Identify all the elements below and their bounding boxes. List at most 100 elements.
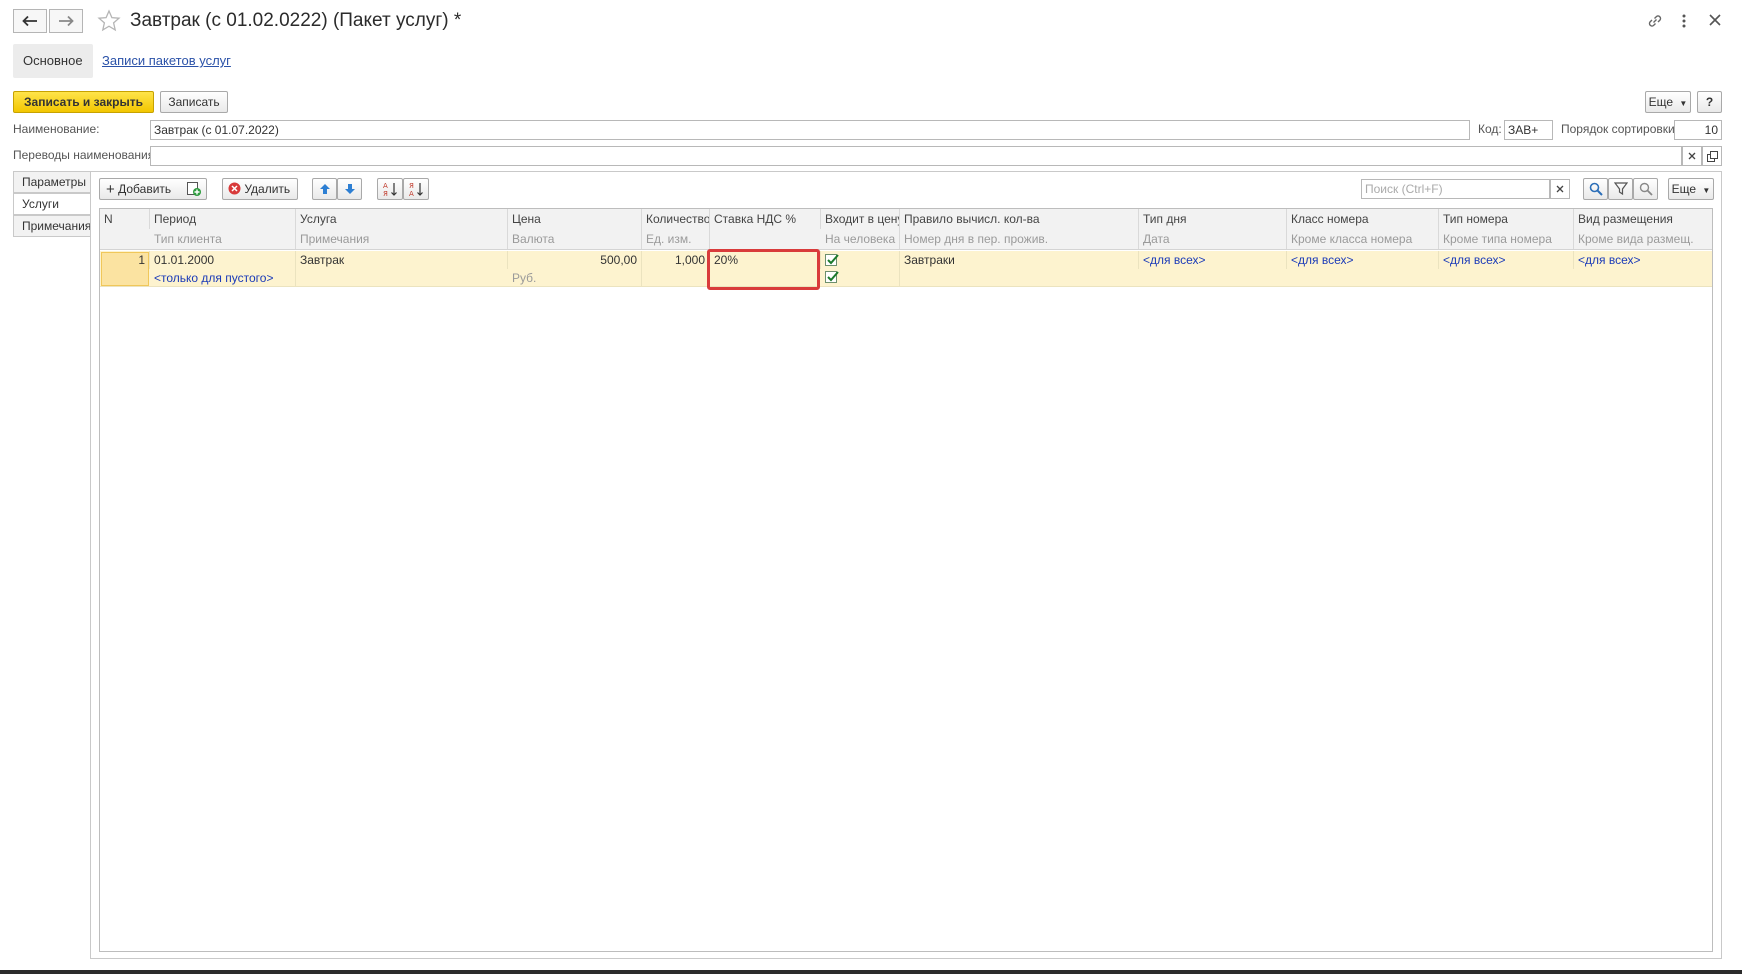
col-header-rule[interactable]: Правило вычисл. кол-ва (900, 209, 1139, 229)
arrow-left-icon (22, 15, 37, 27)
cell-day-type[interactable]: <для всех> (1139, 251, 1287, 269)
col-header-vat[interactable]: Ставка НДС % (710, 209, 821, 229)
link-icon[interactable] (1646, 12, 1664, 33)
translations-field[interactable] (150, 146, 1682, 166)
bottom-edge (0, 970, 1742, 974)
col-header-included[interactable]: Входит в цену (821, 209, 900, 229)
code-field[interactable]: ЗАВ+ (1504, 120, 1553, 140)
help-button[interactable]: ? (1697, 91, 1722, 113)
more-vertical-icon[interactable] (1680, 12, 1688, 33)
col-subheader-per-person[interactable]: На человека (821, 229, 900, 249)
col-header-day-type[interactable]: Тип дня (1139, 209, 1287, 229)
search-history-icon (1639, 182, 1653, 196)
move-up-button[interactable] (312, 178, 337, 200)
search-input[interactable]: Поиск (Ctrl+F) (1361, 179, 1550, 199)
open-button[interactable] (1702, 146, 1722, 166)
col-header-quantity[interactable]: Количество (642, 209, 710, 229)
search-button[interactable] (1583, 178, 1608, 200)
search-history-button[interactable] (1633, 178, 1658, 200)
col-subheader-notes[interactable]: Примечания (296, 229, 508, 249)
cell-included[interactable] (821, 251, 900, 269)
delete-icon (228, 182, 241, 195)
svg-text:А: А (409, 190, 414, 197)
col-subheader-except-class[interactable]: Кроме класса номера (1287, 229, 1439, 249)
copy-add-icon[interactable] (186, 181, 202, 200)
col-header-n[interactable]: N (100, 209, 150, 229)
cell-service[interactable]: Завтрак (296, 251, 508, 269)
table-more-label: Еще (1671, 182, 1697, 196)
plus-icon: + (106, 181, 115, 198)
col-subheader-day-number[interactable]: Номер дня в пер. прожив. (900, 229, 1139, 249)
clear-button[interactable] (1682, 146, 1702, 166)
cell-rule[interactable]: Завтраки (900, 251, 1139, 269)
close-icon[interactable] (1708, 13, 1722, 30)
col-subheader-except-type[interactable]: Кроме типа номера (1439, 229, 1574, 249)
services-table: N Период Услуга Цена Количество Ставка Н… (99, 208, 1713, 952)
included-checkbox[interactable] (825, 254, 839, 266)
sort-desc-button[interactable]: ЯА (403, 178, 429, 200)
col-header-price[interactable]: Цена (508, 209, 642, 229)
save-close-button[interactable]: Записать и закрыть (13, 91, 154, 113)
cell-client-type[interactable]: <только для пустого> (150, 269, 296, 287)
sort-field[interactable]: 10 (1674, 120, 1722, 140)
back-button[interactable] (13, 9, 47, 33)
side-tab-notes[interactable]: Примечания (13, 215, 91, 237)
cell-currency[interactable]: Руб. (508, 269, 642, 287)
table-more-button[interactable]: Еще ▼ (1668, 178, 1714, 200)
col-subheader-client-type[interactable]: Тип клиента (150, 229, 296, 249)
move-down-button[interactable] (337, 178, 362, 200)
search-clear-button[interactable] (1550, 179, 1570, 199)
arrow-up-icon (319, 184, 330, 194)
tab-main[interactable]: Основное (13, 44, 93, 78)
filter-button[interactable] (1608, 178, 1633, 200)
sort-desc-icon: ЯА (409, 182, 423, 197)
checkmark-icon (827, 254, 839, 265)
chevron-down-icon: ▼ (1702, 186, 1711, 195)
col-header-room-type[interactable]: Тип номера (1439, 209, 1574, 229)
favorite-star-icon[interactable] (97, 9, 121, 36)
clear-icon (1688, 152, 1696, 160)
side-tab-parameters[interactable]: Параметры (13, 171, 91, 193)
cell-per-person[interactable] (821, 269, 900, 287)
forward-button[interactable] (49, 9, 83, 33)
cell-quantity[interactable]: 1,000 (642, 251, 710, 269)
col-subheader-currency[interactable]: Валюта (508, 229, 642, 249)
col-header-room-class[interactable]: Класс номера (1287, 209, 1439, 229)
delete-button[interactable]: Удалить (222, 178, 298, 200)
col-subheader-unit[interactable]: Ед. изм. (642, 229, 710, 249)
delete-button-label: Удалить (244, 182, 291, 196)
side-tab-services[interactable]: Услуги (13, 193, 91, 215)
col-subheader-date[interactable]: Дата (1139, 229, 1287, 249)
cell-price[interactable]: 500,00 (508, 251, 642, 269)
col-subheader-except-accommodation[interactable]: Кроме вида размещ. (1574, 229, 1712, 249)
cell-room-class[interactable]: <для всех> (1287, 251, 1439, 269)
sort-asc-button[interactable]: АЯ (377, 178, 403, 200)
cell-period[interactable]: 01.01.2000 (150, 251, 296, 269)
arrow-down-icon (344, 184, 355, 194)
name-label: Наименование: (13, 122, 100, 136)
more-button[interactable]: Еще ▼ (1645, 91, 1691, 113)
per-person-checkbox[interactable] (825, 271, 839, 283)
name-field[interactable]: Завтрак (с 01.07.2022) (150, 120, 1470, 140)
col-header-period[interactable]: Период (150, 209, 296, 229)
sort-asc-icon: АЯ (383, 182, 397, 197)
add-button-label: Добавить (118, 182, 172, 196)
sort-label: Порядок сортировки: (1561, 122, 1679, 136)
cell-accommodation[interactable]: <для всех> (1574, 251, 1712, 269)
tab-records-link[interactable]: Записи пакетов услуг (102, 44, 231, 78)
cell-room-type[interactable]: <для всех> (1439, 251, 1574, 269)
svg-text:Я: Я (409, 182, 414, 190)
svg-text:Я: Я (383, 190, 388, 197)
col-header-accommodation[interactable]: Вид размещения (1574, 209, 1712, 229)
cell-n: 1 (100, 251, 150, 269)
col-header-service[interactable]: Услуга (296, 209, 508, 229)
vat-highlight-box (707, 249, 820, 290)
window-title: Завтрак (с 01.02.0222) (Пакет услуг) * (130, 10, 462, 31)
more-button-label: Еще (1648, 95, 1674, 109)
open-window-icon (1706, 150, 1718, 162)
save-button[interactable]: Записать (160, 91, 228, 113)
search-icon (1589, 182, 1603, 196)
code-label: Код: (1478, 122, 1502, 136)
checkmark-icon (827, 271, 839, 282)
arrow-right-icon (59, 15, 74, 27)
